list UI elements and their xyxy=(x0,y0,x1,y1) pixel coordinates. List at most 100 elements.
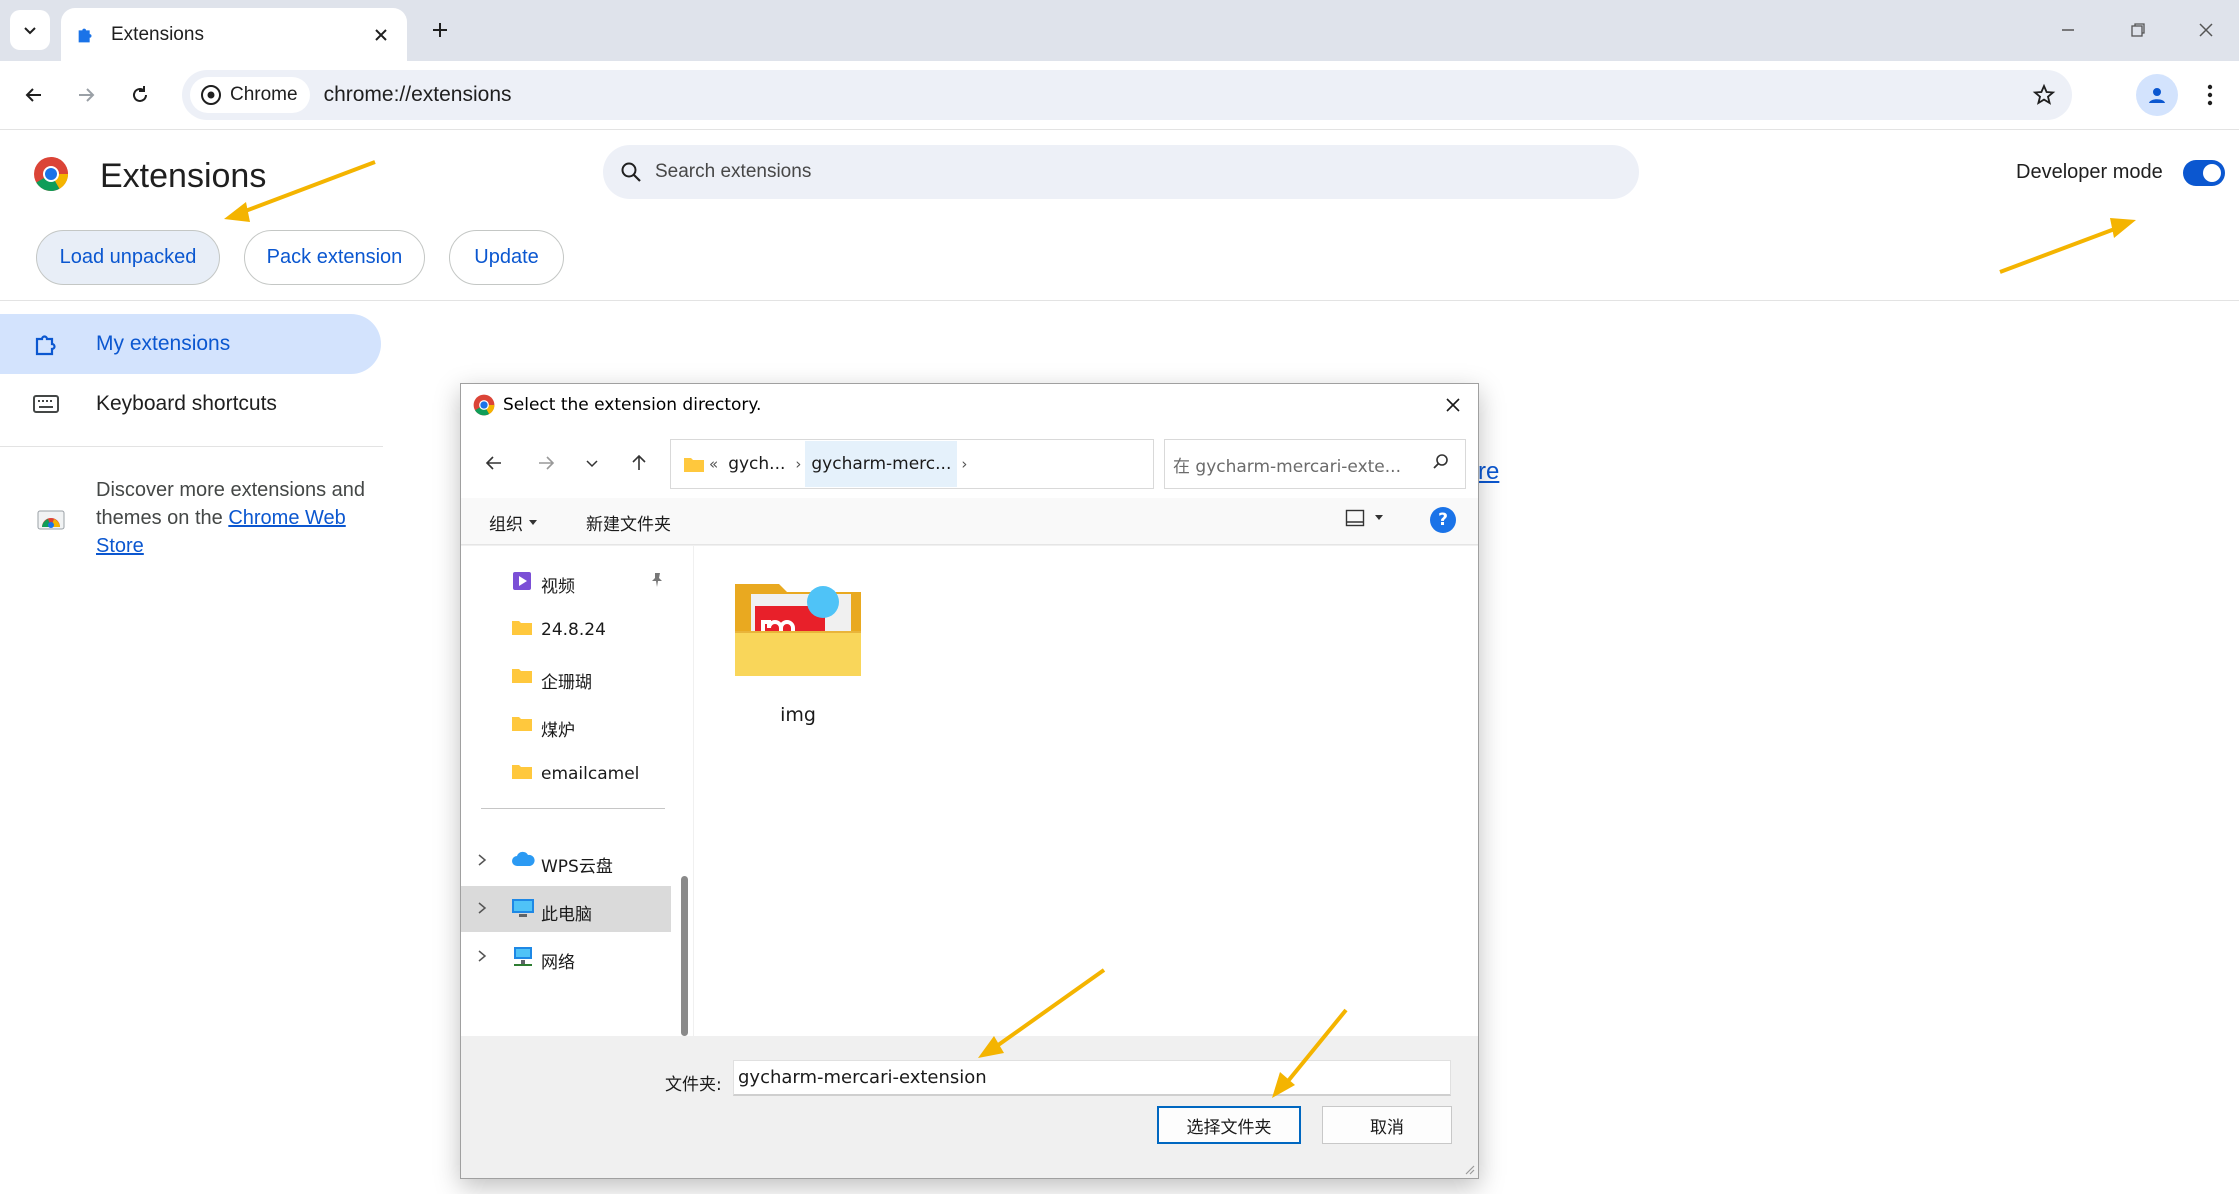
scrollbar-thumb[interactable] xyxy=(681,876,688,1036)
tab-extensions[interactable]: Extensions xyxy=(61,8,407,61)
bookmark-button[interactable] xyxy=(2024,75,2064,115)
resize-grip-icon[interactable] xyxy=(1463,1163,1475,1175)
load-unpacked-button[interactable]: Load unpacked xyxy=(36,230,220,285)
arrow-left-icon xyxy=(25,88,41,102)
cloud-icon xyxy=(512,851,535,866)
update-button[interactable]: Update xyxy=(449,230,564,285)
search-icon xyxy=(621,162,641,182)
new-tab-button[interactable] xyxy=(422,12,458,48)
developer-mode-toggle[interactable] xyxy=(2183,160,2225,186)
folder-name-input[interactable] xyxy=(733,1060,1451,1096)
partially-hidden-link[interactable]: re xyxy=(1478,458,1499,486)
reload-button[interactable] xyxy=(120,75,160,115)
tree-item-video[interactable]: 视频 xyxy=(461,558,671,604)
dialog-search-placeholder: 在 gycharm-mercari-exte... xyxy=(1173,456,1401,477)
chrome-icon xyxy=(201,85,221,105)
chip-label: Chrome xyxy=(230,84,298,105)
minimize-icon xyxy=(2062,29,2074,31)
page-title: Extensions xyxy=(100,157,267,195)
chrome-logo-icon xyxy=(473,394,495,416)
dialog-close-button[interactable] xyxy=(1440,392,1466,418)
help-button[interactable]: ? xyxy=(1430,507,1456,533)
avatar-icon xyxy=(2149,88,2165,103)
folder-icon xyxy=(512,669,532,683)
tree-item-folder-24-8-24[interactable]: 24.8.24 xyxy=(461,606,671,652)
select-directory-dialog: Select the extension directory. « gych..… xyxy=(460,383,1479,1179)
minimize-button[interactable] xyxy=(2040,10,2096,50)
search-icon xyxy=(1433,454,1448,469)
url-text[interactable]: chrome://extensions xyxy=(324,83,2024,107)
sidebar-item-my-extensions[interactable]: My extensions xyxy=(0,314,381,374)
breadcrumb-separator[interactable]: › xyxy=(957,455,971,473)
new-folder-button[interactable]: 新建文件夹 xyxy=(586,510,671,535)
tree-item-network[interactable]: 网络 xyxy=(461,934,671,980)
breadcrumb-separator[interactable]: › xyxy=(791,455,805,473)
tree-item-folder-qishanhu[interactable]: 企珊瑚 xyxy=(461,654,671,700)
web-store-icon xyxy=(37,510,65,530)
discover-text: Discover more extensions and themes on t… xyxy=(96,479,366,557)
dialog-forward-button[interactable] xyxy=(531,448,561,478)
tab-title: Extensions xyxy=(111,23,204,45)
pin-icon xyxy=(652,573,662,587)
keyboard-icon xyxy=(33,395,59,413)
close-tab-button[interactable] xyxy=(369,23,393,47)
computer-icon xyxy=(512,899,534,917)
address-bar[interactable]: Chrome chrome://extensions xyxy=(182,70,2072,120)
chevron-down-icon xyxy=(24,27,36,35)
dialog-command-bar: 组织 新建文件夹 ? xyxy=(461,498,1478,545)
folder-icon xyxy=(512,621,532,635)
developer-mode-label: Developer mode xyxy=(2016,161,2163,183)
select-folder-button[interactable]: 选择文件夹 xyxy=(1157,1106,1301,1144)
pack-extension-button[interactable]: Pack extension xyxy=(244,230,425,285)
puzzle-icon xyxy=(78,28,92,42)
browser-toolbar: Chrome chrome://extensions xyxy=(0,61,2239,130)
dialog-address-bar[interactable]: « gych... › gycharm-merc... › xyxy=(670,439,1325,489)
tree-item-this-pc[interactable]: 此电脑 xyxy=(461,886,671,932)
forward-button[interactable] xyxy=(66,75,106,115)
window-close-button[interactable] xyxy=(2178,10,2234,50)
sidebar-item-keyboard-shortcuts[interactable]: Keyboard shortcuts xyxy=(0,374,381,434)
chevron-right-icon xyxy=(478,902,487,914)
back-button[interactable] xyxy=(14,75,54,115)
profile-button[interactable] xyxy=(2136,74,2178,116)
video-folder-icon xyxy=(513,572,531,590)
view-pane-icon xyxy=(1345,509,1365,527)
sidebar-divider xyxy=(0,446,383,447)
tree-item-folder-emailcamel[interactable]: emailcamel xyxy=(461,750,671,796)
breadcrumb-overflow[interactable]: « xyxy=(705,455,722,473)
menu-button[interactable] xyxy=(2190,75,2230,115)
view-options-button[interactable] xyxy=(1345,509,1383,527)
tree-item-wps-cloud[interactable]: WPS云盘 xyxy=(461,838,671,884)
breadcrumb-item[interactable]: gych... xyxy=(722,454,791,474)
arrow-left-icon xyxy=(485,456,501,470)
folder-icon xyxy=(684,458,704,472)
recent-locations-button[interactable] xyxy=(577,448,607,478)
puzzle-icon xyxy=(35,335,56,356)
folder-icon xyxy=(512,717,532,731)
search-extensions-input[interactable]: Search extensions xyxy=(603,145,1639,199)
tab-search-button[interactable] xyxy=(10,10,50,50)
navigation-scrollbar[interactable] xyxy=(677,546,693,1036)
site-info-chip[interactable]: Chrome xyxy=(190,77,310,113)
dialog-titlebar: Select the extension directory. xyxy=(461,384,1478,426)
close-icon xyxy=(375,28,387,41)
up-folder-button[interactable] xyxy=(624,448,654,478)
cancel-button[interactable]: 取消 xyxy=(1322,1106,1452,1144)
network-icon xyxy=(514,947,532,966)
folder-item-img[interactable]: img xyxy=(728,576,868,726)
organize-menu[interactable]: 组织 xyxy=(489,510,537,535)
dialog-search-input[interactable]: 在 gycharm-mercari-exte... xyxy=(1164,439,1466,489)
restore-icon xyxy=(2131,23,2145,37)
tab-strip: Extensions xyxy=(0,0,2239,61)
extensions-header: Extensions Search extensions Developer m… xyxy=(0,131,2239,301)
breadcrumb-item-current[interactable]: gycharm-merc... xyxy=(805,441,958,487)
image-folder-icon xyxy=(735,584,861,676)
dialog-back-button[interactable] xyxy=(479,448,509,478)
reload-icon xyxy=(133,86,147,102)
dialog-footer: 文件夹: 选择文件夹 取消 xyxy=(461,1036,1478,1178)
search-placeholder: Search extensions xyxy=(655,161,812,182)
arrow-right-icon xyxy=(539,456,555,470)
tree-item-folder-meilu[interactable]: 煤炉 xyxy=(461,702,671,748)
navigation-pane: 视频 24.8.24 企珊瑚 煤炉 emailcamel WPS云盘 此电脑 网… xyxy=(461,546,693,1036)
restore-button[interactable] xyxy=(2110,10,2166,50)
